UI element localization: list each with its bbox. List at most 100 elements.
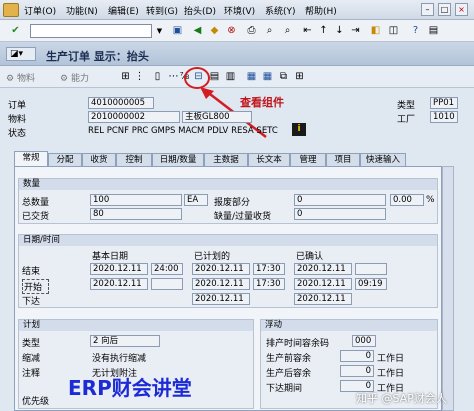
start-sched-date[interactable]: 2020.12.11: [192, 278, 250, 290]
pre-float-field[interactable]: 0: [340, 350, 374, 362]
close-icon[interactable]: ×: [455, 3, 468, 16]
reduce-label: 缩减: [22, 354, 41, 364]
menu-function[interactable]: 功能(N): [66, 4, 98, 17]
watermark-sub: 知乎 @SAP财会人: [356, 392, 447, 405]
exit-icon[interactable]: ◆: [207, 24, 222, 38]
unit-field[interactable]: EA: [184, 194, 208, 206]
tab-general[interactable]: 常规: [14, 151, 48, 167]
end-sched-date[interactable]: 2020.12.11: [192, 263, 250, 275]
title-bar: ◪▾ 生产订单 显示：抬头: [0, 42, 474, 66]
shortcut-icon[interactable]: ◫: [386, 24, 401, 38]
release-sched-date[interactable]: 2020.12.11: [192, 293, 250, 305]
end-conf-time[interactable]: [355, 263, 387, 275]
sap-logo-icon: [3, 3, 19, 17]
tab-control[interactable]: 控制: [116, 153, 152, 167]
tab-assignment[interactable]: 分配: [48, 153, 82, 167]
menu-order[interactable]: 订单(O): [24, 4, 56, 17]
tab-long-text[interactable]: 长文本: [248, 153, 290, 167]
new-session-icon[interactable]: ◧: [368, 24, 383, 38]
last-page-icon[interactable]: ⇥: [348, 24, 363, 38]
short-receipt-label: 缺量/过量收货: [214, 212, 272, 222]
end-basic-time[interactable]: 24:00: [151, 263, 183, 275]
scrap-field[interactable]: 0: [294, 194, 386, 206]
minimize-icon[interactable]: –: [421, 3, 434, 16]
order-label: 订单: [8, 101, 27, 111]
first-page-icon[interactable]: ⇤: [300, 24, 315, 38]
tab-quick-entry[interactable]: 快速输入: [360, 153, 406, 167]
routing-icon[interactable]: ⋮: [132, 70, 147, 84]
vertical-scrollbar[interactable]: [442, 166, 454, 411]
document-icon[interactable]: ▯: [150, 70, 165, 84]
end-sched-time[interactable]: 17:30: [253, 263, 285, 275]
type-field[interactable]: PP01: [430, 97, 458, 109]
end-basic-date[interactable]: 2020.12.11: [90, 263, 148, 275]
grid-icon[interactable]: ▦: [260, 70, 275, 84]
dropdown-icon[interactable]: ▼: [152, 24, 167, 38]
material-button[interactable]: ⚙ 物料: [6, 71, 35, 84]
tab-dates-quantities[interactable]: 日期/数量: [152, 153, 204, 167]
scheduled-header: 已计划的: [194, 252, 231, 262]
start-basic-date[interactable]: 2020.12.11: [90, 278, 148, 290]
info-icon[interactable]: i: [292, 123, 306, 136]
menu-environment[interactable]: 环境(V): [224, 4, 255, 17]
post-float-label: 生产后容余: [266, 369, 312, 379]
short-receipt-field[interactable]: 0: [294, 208, 386, 220]
command-field[interactable]: [30, 24, 152, 38]
plant-label: 工厂: [397, 115, 416, 125]
tab-items[interactable]: 项目: [326, 153, 360, 167]
plan-type-field[interactable]: 2 向后: [90, 335, 160, 347]
find-icon[interactable]: ⌕: [262, 24, 277, 38]
scrap-pct-field[interactable]: 0.00: [390, 194, 424, 206]
post-float-unit: 工作日: [377, 369, 405, 379]
next-page-icon[interactable]: ↓: [332, 24, 347, 38]
release-label: 下达: [22, 297, 41, 307]
help-icon[interactable]: ?: [408, 24, 423, 38]
layout-icon[interactable]: ▤: [426, 24, 441, 38]
maximize-icon[interactable]: □: [438, 3, 451, 16]
docs-icon[interactable]: ▥: [223, 70, 238, 84]
note-label: 注释: [22, 369, 41, 379]
order-field[interactable]: 4010000005: [88, 97, 154, 109]
print-icon[interactable]: ⎙: [244, 24, 259, 38]
start-conf-time[interactable]: 09:19: [355, 278, 387, 290]
start-basic-time[interactable]: [151, 278, 183, 290]
status-label: 状态: [8, 129, 27, 139]
total-qty-field[interactable]: 100: [90, 194, 182, 206]
enter-icon[interactable]: ✔: [8, 24, 23, 38]
menu-header[interactable]: 抬头(D): [184, 4, 216, 17]
back-icon[interactable]: ◀: [190, 24, 205, 38]
menu-system[interactable]: 系统(Y): [265, 4, 296, 17]
menu-edit[interactable]: 编辑(E): [108, 4, 139, 17]
start-conf-date[interactable]: 2020.12.11: [294, 278, 352, 290]
table-icon[interactable]: ▦: [244, 70, 259, 84]
find-next-icon[interactable]: ⌕: [280, 24, 295, 38]
end-conf-date[interactable]: 2020.12.11: [294, 263, 352, 275]
page-title: 生产订单 显示：抬头: [46, 50, 149, 63]
plant-field[interactable]: 1010: [430, 111, 458, 123]
annotation-label: 查看组件: [240, 96, 284, 109]
save-icon[interactable]: ▣: [170, 24, 185, 38]
plan-type-label: 类型: [22, 339, 41, 349]
delivered-field[interactable]: 80: [90, 208, 182, 220]
cancel-icon[interactable]: ⊗: [224, 24, 239, 38]
tab-goods-receipt[interactable]: 收货: [82, 153, 116, 167]
menu-help[interactable]: 帮助(H): [305, 4, 337, 17]
post-float-field[interactable]: 0: [340, 365, 374, 377]
menu-goto[interactable]: 转到(G): [146, 4, 178, 17]
delivered-label: 已交货: [22, 212, 50, 222]
prev-page-icon[interactable]: ↑: [316, 24, 331, 38]
tab-master-data[interactable]: 主数据: [204, 153, 248, 167]
quantity-group-title: 数量: [19, 179, 437, 190]
screen-icon[interactable]: ◪▾: [6, 47, 36, 61]
copy-icon[interactable]: ⧉: [276, 70, 291, 84]
operations-icon[interactable]: ⊞: [118, 70, 133, 84]
capacity-button[interactable]: ⚙ 能力: [60, 71, 89, 84]
costs-icon[interactable]: ⊞: [292, 70, 307, 84]
material-field[interactable]: 2010000002: [88, 111, 180, 123]
material-desc-field[interactable]: 主板GL800: [182, 111, 252, 123]
tab-administration[interactable]: 管理: [290, 153, 326, 167]
release-conf-date[interactable]: 2020.12.11: [294, 293, 352, 305]
start-sched-time[interactable]: 17:30: [253, 278, 285, 290]
reduce-value: 没有执行缩减: [92, 354, 147, 364]
sched-margin-field[interactable]: 000: [352, 335, 376, 347]
